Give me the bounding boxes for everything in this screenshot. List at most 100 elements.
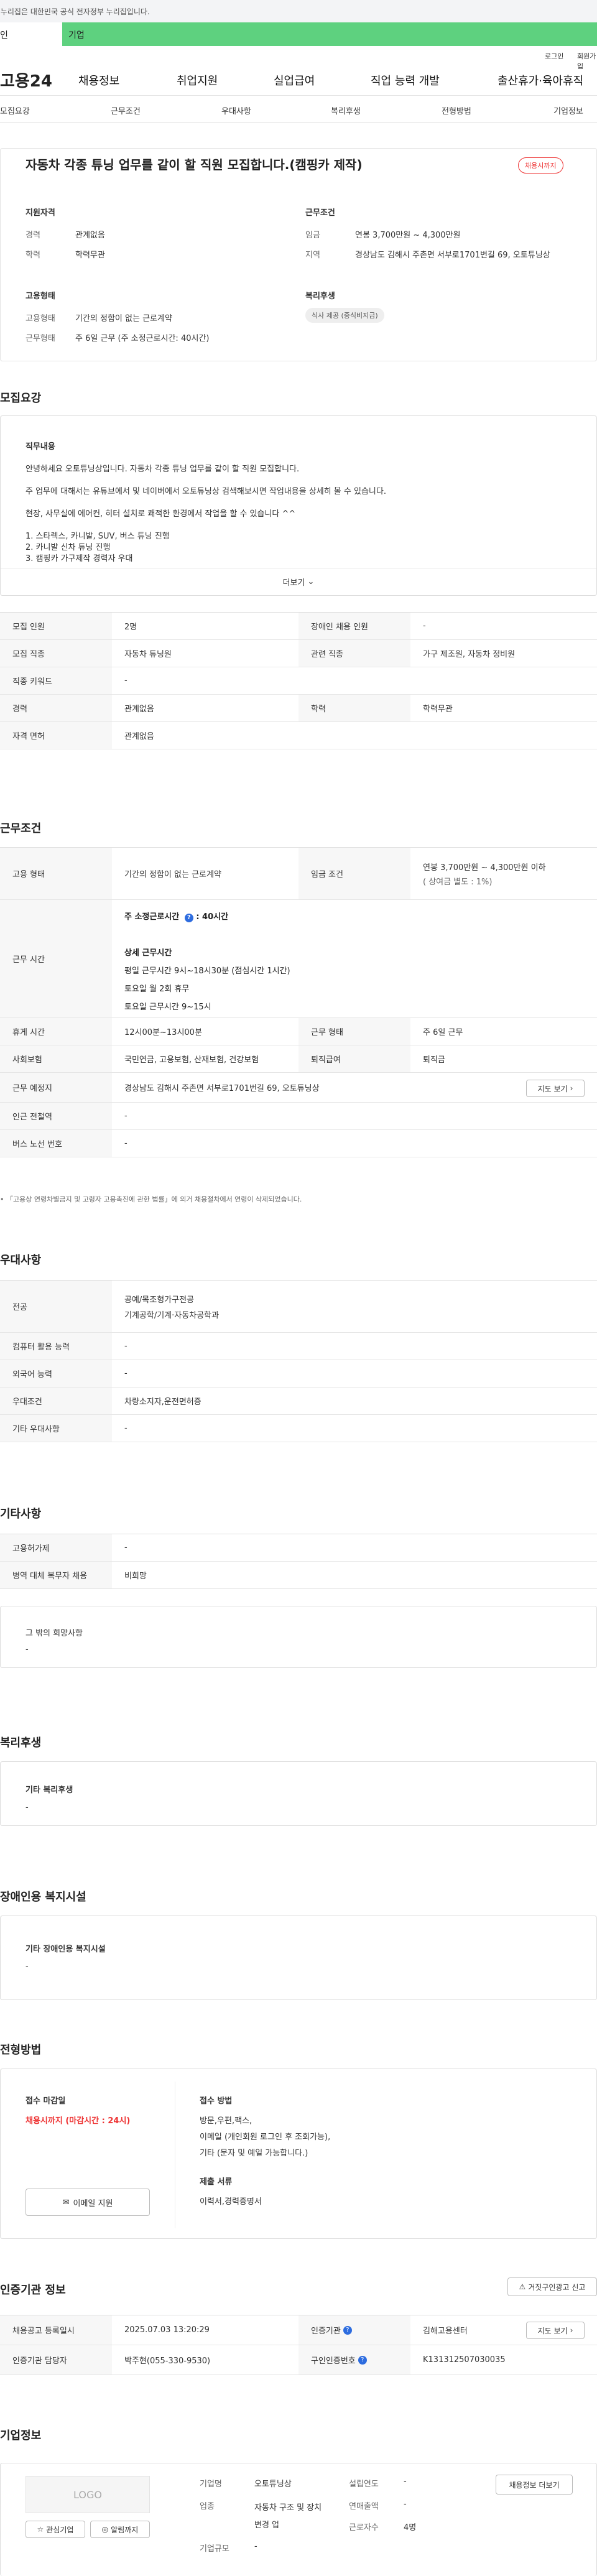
tab-work[interactable]: 근무조건: [111, 104, 141, 116]
bell-icon: ◎: [101, 2525, 109, 2534]
info-icon[interactable]: ?: [358, 2355, 367, 2365]
email-apply-button[interactable]: ✉ 이메일 지원: [25, 2189, 150, 2216]
section-tabs: 모집요강 근무조건 우대사항 복리후생 전형방법 기업정보: [0, 96, 597, 123]
cell-value: 학력무관: [423, 705, 453, 714]
recruit-section-title: 모집요강: [0, 392, 42, 405]
career-value: 관계없음: [75, 231, 105, 240]
hours-total-value: : 40시간: [196, 912, 229, 922]
company-scale-label: 기업규모: [200, 2544, 229, 2554]
cell-header: 학력: [298, 695, 410, 721]
hours-line: 토요일 월 2회 휴무: [124, 985, 190, 994]
chevron-down-icon: ⌄: [307, 577, 315, 586]
alarm-button[interactable]: ◎ 알림까지: [90, 2521, 150, 2538]
cell-header: 근무 시간: [0, 900, 112, 1017]
company-name-label: 기업명: [200, 2480, 222, 2489]
company-scale-value: -: [254, 2542, 257, 2551]
bullet-icon: •: [0, 1195, 4, 1203]
pref-section-title: 우대사항: [0, 1254, 42, 1267]
deadline-value: 채용시까지 (마감시간 : 24시): [25, 2116, 131, 2126]
tab-pref[interactable]: 우대사항: [221, 104, 251, 116]
docs-title: 제출 서류: [200, 2177, 233, 2187]
tab-company[interactable]: 기업정보: [553, 104, 583, 116]
welfare-box: 기타 복리후생 -: [0, 1761, 597, 1826]
major-value-2: 기계공학/기계·자동차공학과: [124, 1310, 220, 1320]
career-label: 경력: [25, 231, 40, 240]
hours-line: 토요일 근무시간 9~15시: [124, 1003, 211, 1012]
duty-line-1: 안녕하세요 오토튜닝상입니다. 자동차 각종 튜닝 업무를 같이 할 직원 모집…: [25, 465, 300, 474]
gov-notice-text: 이 누리집은 대한민국 공식 전자정부 누리집입니다.: [0, 7, 150, 16]
gnb-menu-unemployment[interactable]: 실업급여: [274, 72, 315, 88]
disabled-box-value: -: [25, 1962, 29, 1971]
cell-value: -: [124, 1424, 127, 1433]
status-badge: 채용시까지: [518, 157, 563, 174]
worktype-value: 주 6일 근무 (주 소정근로시간: 40시간): [75, 334, 210, 343]
area-value: 경상남도 김해시 주촌면 서부로1701번길 69, 오토튜닝상: [355, 251, 550, 260]
report-button[interactable]: ⚠ 거짓구인광고 신고: [507, 2277, 597, 2296]
table-row: 사회보험 국민연금, 고용보험, 산재보험, 건강보험 퇴직급여 퇴직금: [0, 1045, 597, 1073]
cell-header: 퇴직급여: [298, 1045, 410, 1072]
site-logo[interactable]: 고용24: [0, 68, 52, 91]
info-icon[interactable]: ?: [343, 2325, 352, 2335]
cert-no-header: 구인인증번호 ?: [298, 2345, 410, 2374]
cell-value: 관계없음: [124, 705, 154, 714]
table-row: 휴게 시간 12시00분~13시00분 근무 형태 주 6일 근무: [0, 1018, 597, 1045]
company-year-label: 설립연도: [349, 2480, 379, 2489]
cell-value: 비희망: [124, 1572, 147, 1581]
company-sales-value: -: [404, 2500, 407, 2509]
login-link[interactable]: 로그인: [545, 51, 563, 61]
cell-value: 자동차 튜닝원: [124, 650, 172, 659]
duty-line-3: 현장, 사무실에 에어컨, 히터 설치로 쾌적한 환경에서 작업을 할 수 있습…: [25, 509, 296, 519]
global-nav: 고용24 채용정보 취업지원 실업급여 직업 능력 개발 출산휴가·육아휴직: [0, 65, 597, 96]
table-row: 경력 관계없음 학력 학력무관: [0, 695, 597, 722]
alert-icon: ⚠: [519, 2282, 526, 2291]
deadline-title: 접수 마감일: [25, 2096, 66, 2106]
duty-line-4: 1. 스타렉스, 카니발, SUV, 버스 튜닝 진행: [25, 532, 170, 541]
hours-total-label: 주 소정근로시간: [124, 912, 180, 922]
gnb-menu-employment[interactable]: 취업지원: [177, 72, 218, 88]
cell-header: 모집 인원: [0, 613, 112, 639]
table-row: 자격 면허 관계없음: [0, 722, 597, 749]
cert-map-button[interactable]: 지도 보기 ›: [526, 2322, 585, 2339]
map-label: 지도 보기: [537, 1084, 568, 1093]
map-button[interactable]: 지도 보기 ›: [526, 1080, 585, 1097]
welfare-box-title: 기타 복리후생: [25, 1786, 73, 1795]
duty-box: 직무내용 안녕하세요 오토튜닝상입니다. 자동차 각종 튜닝 업무를 같이 할 …: [0, 415, 597, 596]
gnb-menu-leave[interactable]: 출산휴가·육아휴직: [497, 72, 583, 88]
cell-header: 컴퓨터 활용 능력: [0, 1333, 112, 1360]
method-line: 이메일 (개인회원 로그인 후 조회가능),: [200, 2133, 331, 2142]
emp-title: 고용형태: [25, 292, 55, 301]
wage-value: 연봉 3,700만원 ~ 4,300만원: [355, 231, 461, 240]
job-more-button[interactable]: 채용정보 더보기: [496, 2475, 573, 2495]
cell-value: 관계없음: [124, 732, 154, 741]
tab-recruit[interactable]: 모집요강: [0, 104, 30, 116]
info-icon[interactable]: ?: [184, 914, 193, 922]
wage-value: 연봉 3,700만원 ~ 4,300만원 이하: [423, 863, 546, 873]
cell-header: 임금 조건: [298, 848, 410, 899]
cell-header: 직종 키워드: [0, 667, 112, 694]
cert-org-header: 인증기관 ?: [298, 2315, 410, 2345]
cell-value: 12시00분~13시00분: [124, 1028, 202, 1037]
disabled-box: 기타 장애인용 복지시설 -: [0, 1916, 597, 2000]
emp-value: 기간의 정함이 없는 근로계약: [75, 314, 172, 323]
table-row: 버스 노선 번호 -: [0, 1130, 597, 1157]
table-row: 병역 대체 복무자 채용 비희망: [0, 1562, 597, 1589]
tab-process[interactable]: 전형방법: [442, 104, 471, 116]
cell-value: -: [124, 1139, 127, 1148]
cell-header: 전공: [0, 1281, 112, 1332]
table-row: 인증기관 담당자 박주현(055-330-9530) 구인인증번호 ? K131…: [0, 2345, 597, 2375]
cell-value: -: [124, 1369, 127, 1378]
hours-total-line: 주 소정근로시간 ? : 40시간: [124, 910, 290, 922]
disabled-box-title: 기타 장애인용 복지시설: [25, 1945, 106, 1954]
tab-welfare[interactable]: 복리후생: [331, 104, 361, 116]
hours-line: 평일 근무시간 9시~18시30분 (점심시간 1시간): [124, 966, 290, 976]
gnb-menu-jobs[interactable]: 채용정보: [78, 72, 119, 88]
welfare-title: 복리후생: [305, 292, 335, 301]
cell-header: 인증기관 담당자: [0, 2345, 112, 2374]
ad-banner[interactable]: 인 기업: [0, 22, 597, 46]
company-staff-label: 근로자수: [349, 2523, 379, 2532]
fav-button[interactable]: ☆ 관심기업: [25, 2521, 85, 2538]
cell-header: 자격 면허: [0, 722, 112, 749]
table-row: 전공 공예/목조형가구전공 기계공학/기계·자동차공학과: [0, 1281, 597, 1333]
more-button[interactable]: 더보기 ⌄: [1, 568, 596, 595]
gnb-menu-training[interactable]: 직업 능력 개발: [371, 72, 440, 88]
